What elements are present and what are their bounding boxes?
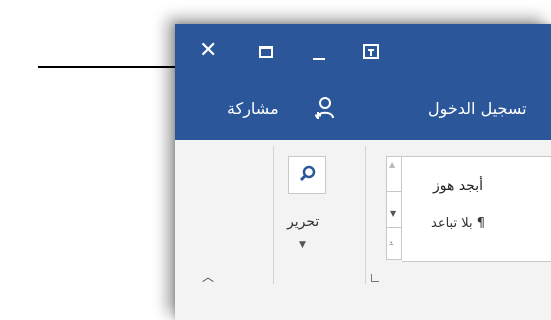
title-bar: ✕ — [175, 24, 551, 86]
collapse-ribbon-icon[interactable]: ︿ — [202, 268, 214, 285]
menu-bar: مشاركة تسجيل الدخول — [175, 86, 551, 140]
ribbon-content: تحرير ▼ ▲ ▼ ⩡ أبجد هوز ¶ بلا تباعد ︿ — [175, 140, 551, 288]
styles-dialog-launcher-icon[interactable] — [371, 274, 379, 282]
annotation-arrow — [38, 66, 181, 68]
word-window: ✕ مشاركة تسجيل الدخول تحرير ▼ ▲ ▼ ⩡ أبجد… — [175, 24, 551, 320]
share-button[interactable]: مشاركة — [227, 99, 279, 118]
share-label: مشاركة — [227, 99, 279, 118]
maximize-icon[interactable] — [259, 46, 273, 58]
style-normal[interactable]: أبجد هوز — [433, 178, 483, 194]
style-no-spacing[interactable]: ¶ بلا تباعد — [431, 216, 485, 231]
sign-in-link[interactable]: تسجيل الدخول — [428, 99, 527, 118]
styles-gallery — [402, 156, 551, 262]
chevron-down-icon: ▼ — [299, 240, 306, 250]
styles-gallery-scrollbar[interactable]: ▲ ▼ ⩡ — [386, 156, 402, 260]
person-add-icon[interactable] — [315, 96, 335, 120]
group-separator — [273, 146, 274, 284]
search-icon — [299, 165, 316, 182]
scroll-divider — [387, 227, 401, 228]
find-button[interactable] — [288, 156, 326, 194]
close-icon[interactable]: ✕ — [199, 38, 217, 63]
ribbon-display-options-icon[interactable] — [363, 44, 379, 59]
scroll-down-icon[interactable]: ▼ — [390, 209, 396, 218]
scroll-up-icon[interactable]: ▲ — [389, 160, 395, 169]
group-separator — [365, 146, 366, 284]
editing-group-label[interactable]: تحرير — [287, 214, 319, 230]
more-styles-icon[interactable]: ⩡ — [389, 239, 394, 249]
ribbon: تحرير ▼ ▲ ▼ ⩡ أبجد هوز ¶ بلا تباعد ︿ — [175, 140, 551, 320]
minimize-icon[interactable] — [313, 58, 325, 60]
scroll-divider — [387, 191, 401, 192]
